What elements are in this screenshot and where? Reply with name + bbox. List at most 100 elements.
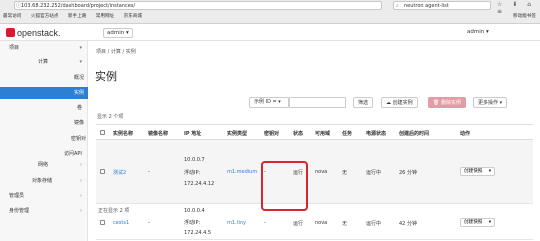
floating-ip-label: 浮动IP: xyxy=(184,220,201,226)
sidebar-item-admin[interactable]: 管理员 › xyxy=(0,190,88,202)
image-name: - xyxy=(148,220,150,226)
sidebar-item-label: 计算 xyxy=(38,59,49,65)
sidebar-item-object-store[interactable]: 对象存储 › xyxy=(0,175,88,187)
floating-ip: 172.24.4.12 xyxy=(184,181,215,187)
address-bar[interactable]: ⓘ 103.68.232.252/dashboard/project/insta… xyxy=(14,1,382,10)
sidebar-item-label: 概况 xyxy=(74,75,85,81)
filter-button[interactable]: 筛选 xyxy=(353,97,374,108)
select-all-checkbox[interactable] xyxy=(100,130,105,135)
floating-ip-label: 浮动IP: xyxy=(184,170,201,176)
trash-icon: 🗑 xyxy=(433,100,441,106)
sidebar-item-images[interactable]: 镜像 xyxy=(0,117,88,129)
sidebar-item-label: 对象存储 xyxy=(32,178,53,184)
brand-mark-icon xyxy=(6,28,15,37)
sidebar-item-network[interactable]: 网络 › xyxy=(0,159,88,171)
row-checkbox[interactable] xyxy=(100,220,105,225)
power-state: 运行中 xyxy=(366,170,382,176)
top-navbar: openstack. admin ▾ admin ▾ xyxy=(0,24,540,41)
instance-name-link[interactable]: cests1 xyxy=(113,220,129,226)
sidebar: 项目 ▾ 计算 ▾ 概况 实例 卷 镜像 密钥对 访问API 网络 › 对象存储 › 管… xyxy=(0,41,88,241)
search-icon: ⌕ xyxy=(396,3,399,9)
sidebar-item-label: 项目 xyxy=(9,45,20,51)
zone: nova xyxy=(315,220,328,226)
display-count-footer: 正在显示 2 项 xyxy=(98,208,130,214)
flavor-link[interactable]: m1.medium xyxy=(227,169,257,175)
filter-select[interactable]: 示例 ID = ▾ xyxy=(249,97,289,108)
chevron-right-icon: › xyxy=(80,178,82,184)
col-keypair[interactable]: 密钥对 xyxy=(264,130,279,137)
sidebar-item-compute[interactable]: 计算 ▾ xyxy=(0,56,88,68)
col-actions: 动作 xyxy=(460,131,471,137)
bookmark-item[interactable]: 京东商城 xyxy=(124,14,142,19)
row-checkbox[interactable] xyxy=(100,169,105,174)
task: 无 xyxy=(342,221,348,227)
chevron-right-icon: › xyxy=(80,162,82,168)
sidebar-item-identity[interactable]: 身份管理 › xyxy=(0,205,88,217)
sidebar-item-keypairs[interactable]: 密钥对 xyxy=(0,133,88,145)
caret-down-icon: ▾ xyxy=(488,220,491,225)
delete-label: 删除实例 xyxy=(440,100,461,106)
project-selector[interactable]: admin ▾ xyxy=(103,28,133,38)
bookmark-item[interactable]: 火狐官方站点 xyxy=(31,14,59,19)
col-zone[interactable]: 可用域 xyxy=(315,130,330,137)
delete-instances-button[interactable]: 🗑 删除实例 xyxy=(428,97,466,108)
create-label: 创建实例 xyxy=(392,100,413,106)
action-label: 创建快照 xyxy=(464,169,483,174)
create-snapshot-button[interactable]: 创建快照 ▾ xyxy=(460,167,495,176)
floating-ip: 172.24.4.5 xyxy=(184,230,212,236)
sidebar-item-instances[interactable]: 实例 xyxy=(0,87,88,99)
sidebar-item-label: 密钥对 xyxy=(71,136,87,142)
ip-address-highlight xyxy=(261,161,308,211)
sidebar-item-overview[interactable]: 概况 xyxy=(0,72,88,84)
chevron-right-icon: › xyxy=(80,208,82,214)
age: 42 分钟 xyxy=(399,221,417,227)
sidebar-item-label: 实例 xyxy=(74,90,85,96)
mobile-bookmarks[interactable]: 移动版书签 xyxy=(513,12,536,22)
col-power[interactable]: 电源状态 xyxy=(366,130,386,137)
search-text: neutron agent-list xyxy=(404,3,449,9)
col-ip[interactable]: IP 地址 xyxy=(184,130,201,137)
bookmark-item[interactable]: 新手上路 xyxy=(68,14,86,19)
sidebar-item-volumes[interactable]: 卷 xyxy=(0,102,88,114)
url-text: 103.68.232.252/dashboard/project/instanc… xyxy=(21,3,136,9)
sidebar-item-project[interactable]: 项目 ▾ xyxy=(0,42,88,54)
brand-text: openstack. xyxy=(17,28,61,38)
zone: nova xyxy=(315,169,328,175)
user-menu[interactable]: admin ▾ xyxy=(467,29,489,35)
power-state: 运行中 xyxy=(366,221,382,227)
sidebar-item-label: 网络 xyxy=(38,162,49,168)
fixed-ip: 10.0.0.4 xyxy=(184,208,205,214)
more-actions-button[interactable]: 更多操作 ▾ xyxy=(473,97,508,108)
table-row[interactable]: 测试2 - 10.0.0.7 浮动IP: 172.24.4.12 m1.medi… xyxy=(96,140,533,204)
flavor-link[interactable]: m1.tiny xyxy=(227,220,246,226)
col-name[interactable]: 实例名称 xyxy=(113,130,133,137)
filter-input[interactable] xyxy=(289,97,346,108)
page-title: 实例 xyxy=(95,70,117,83)
status: 运行 xyxy=(293,221,304,227)
col-status[interactable]: 状态 xyxy=(293,130,303,137)
browser-search-input[interactable]: ⌕ neutron agent-list xyxy=(393,1,491,10)
col-image[interactable]: 镜像名称 xyxy=(148,130,168,137)
chevron-down-icon: ▾ xyxy=(79,45,82,51)
bookmark-item[interactable]: 最常访问 xyxy=(3,14,21,19)
fixed-ip: 10.0.0.7 xyxy=(184,157,205,163)
openstack-logo[interactable]: openstack. xyxy=(6,28,61,38)
table-row[interactable]: cests1 - 10.0.0.4 浮动IP: 172.24.4.5 m1.ti… xyxy=(96,204,533,240)
main-content: 项目 / 计算 / 实例 实例 示例 ID = ▾ 筛选 ☁ 创建实例 🗑 删除… xyxy=(88,41,540,241)
breadcrumb: 项目 / 计算 / 实例 xyxy=(96,49,136,55)
col-task[interactable]: 任务 xyxy=(342,130,352,137)
create-snapshot-button[interactable]: 创建快照 ▾ xyxy=(460,218,495,227)
item-count: 显示 2 个项 xyxy=(97,114,124,120)
bookmark-item[interactable]: 常用网址 xyxy=(96,14,114,19)
cloud-upload-icon: ☁ xyxy=(386,100,393,106)
chevron-right-icon: › xyxy=(80,193,82,199)
col-age[interactable]: 创建后的时间 xyxy=(399,130,429,137)
sidebar-item-label: 身份管理 xyxy=(9,208,30,214)
caret-down-icon: ▾ xyxy=(488,169,491,174)
sidebar-item-label: 管理员 xyxy=(9,193,25,199)
create-instance-button[interactable]: ☁ 创建实例 xyxy=(381,97,418,108)
age: 26 分钟 xyxy=(399,170,417,176)
image-name: - xyxy=(148,169,150,175)
instance-name-link[interactable]: 测试2 xyxy=(113,169,126,176)
col-flavor[interactable]: 实例类型 xyxy=(227,130,247,137)
